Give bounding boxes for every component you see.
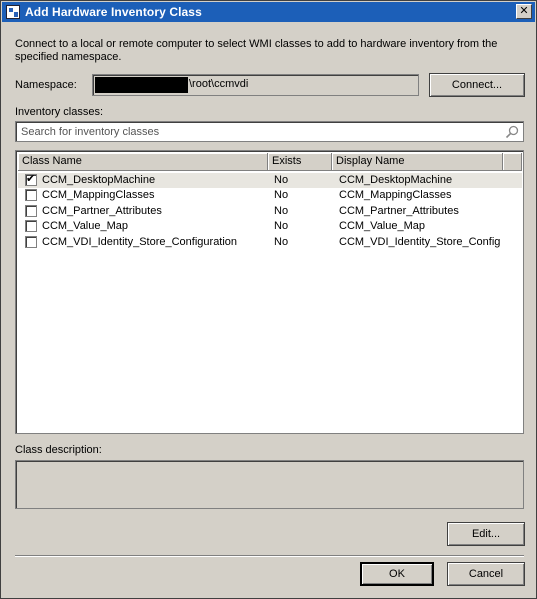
- display-name-cell: CCM_Value_Map: [339, 220, 426, 233]
- table-row[interactable]: CCM_Partner_Attributes No CCM_Partner_Attr…: [18, 204, 522, 219]
- namespace-label: Namespace:: [15, 79, 77, 91]
- checkbox[interactable]: [25, 204, 37, 217]
- search-placeholder: Search for inventory classes: [21, 126, 160, 138]
- close-button[interactable]: ✕: [516, 4, 532, 19]
- class-description-label: Class description:: [15, 444, 102, 456]
- search-input[interactable]: Search for inventory classes: [15, 121, 524, 142]
- column-header-filler: [503, 153, 522, 171]
- footer-separator: [15, 555, 524, 557]
- search-icon[interactable]: [505, 125, 519, 139]
- checkbox[interactable]: [25, 189, 37, 202]
- cancel-button[interactable]: Cancel: [447, 562, 525, 586]
- ok-button[interactable]: OK: [360, 562, 434, 586]
- display-name-cell: CCM_Partner_Attributes: [339, 204, 459, 217]
- display-name-cell: CCM_MappingClasses: [339, 189, 452, 202]
- class-name-cell: CCM_MappingClasses: [42, 189, 155, 202]
- class-name-cell: CCM_VDI_Identity_Store_Configuration: [42, 235, 238, 248]
- connect-button[interactable]: Connect...: [429, 73, 525, 97]
- exists-cell: No: [274, 189, 289, 202]
- checkbox[interactable]: [25, 220, 37, 233]
- column-header-class-name[interactable]: Class Name: [18, 153, 268, 171]
- namespace-field: \root\ccmvdi: [92, 74, 419, 96]
- intro-text: Connect to a local or remote computer to…: [15, 38, 498, 63]
- display-name-cell: CCM_VDI_Identity_Store_Config: [339, 235, 501, 248]
- column-header-display-name[interactable]: Display Name: [332, 153, 503, 171]
- checkbox-checked[interactable]: [25, 172, 37, 186]
- app-icon: [6, 5, 20, 19]
- table-row[interactable]: CCM_Value_Map No CCM_Value_Map: [18, 219, 522, 234]
- dialog-window: Add Hardware Inventory Class ✕ Connect t…: [0, 0, 537, 599]
- exists-cell: No: [274, 235, 289, 248]
- checkbox[interactable]: [25, 235, 37, 248]
- class-name-cell: CCM_Partner_Attributes: [42, 204, 162, 217]
- column-header-exists[interactable]: Exists: [268, 153, 332, 171]
- edit-button[interactable]: Edit...: [447, 522, 525, 546]
- table-row[interactable]: CCM_VDI_Identity_Store_Configuration No CC…: [18, 235, 522, 250]
- exists-cell: No: [274, 174, 289, 186]
- redacted-block: [95, 77, 188, 93]
- table-row[interactable]: CCM_DesktopMachine No CCM_DesktopMachine: [18, 172, 522, 188]
- window-title: Add Hardware Inventory Class: [25, 5, 202, 19]
- exists-cell: No: [274, 220, 289, 233]
- display-name-cell: CCM_DesktopMachine: [339, 174, 453, 186]
- inventory-classes-label: Inventory classes:: [15, 106, 104, 118]
- class-name-cell: CCM_Value_Map: [42, 220, 129, 233]
- namespace-value: \root\ccmvdi: [189, 78, 249, 90]
- inventory-class-list[interactable]: Class Name Exists Display Name CCM_Deskt…: [15, 150, 524, 434]
- title-bar[interactable]: Add Hardware Inventory Class ✕: [2, 2, 535, 22]
- class-description-box: [15, 460, 524, 509]
- table-row[interactable]: CCM_MappingClasses No CCM_MappingClasses: [18, 188, 522, 203]
- exists-cell: No: [274, 204, 289, 217]
- class-name-cell: CCM_DesktopMachine: [42, 174, 156, 186]
